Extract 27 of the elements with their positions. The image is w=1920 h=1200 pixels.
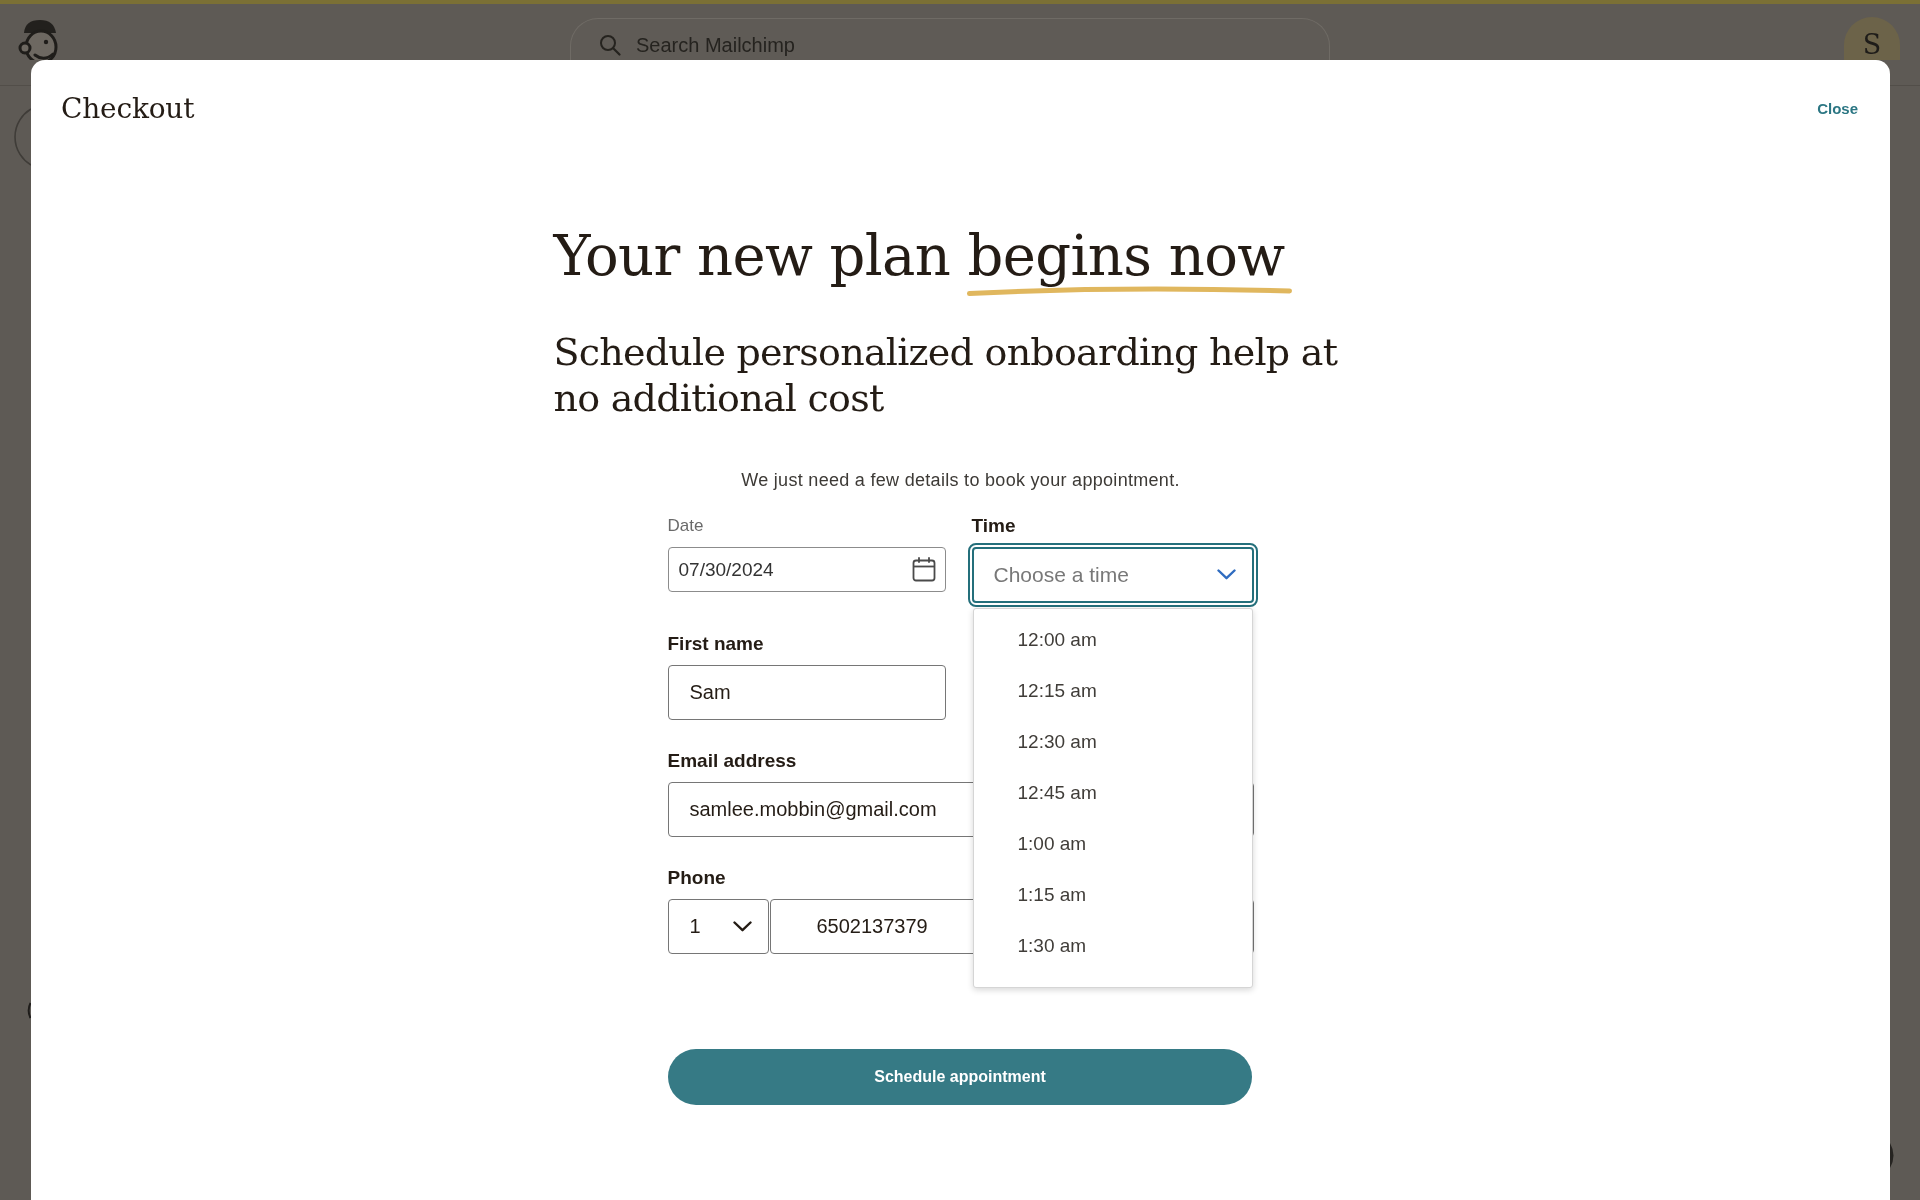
text-input[interactable]: Sam	[667, 665, 946, 720]
chevron-down-icon	[1216, 569, 1236, 580]
search-icon	[599, 34, 621, 56]
search-field[interactable]: Search Mailchimp	[570, 18, 1330, 60]
circle-outline-icon	[14, 108, 31, 166]
time-option[interactable]: 1:15 am	[973, 869, 1252, 920]
field-label: Email address	[667, 750, 797, 772]
field-label: Phone	[667, 867, 726, 889]
headline: Your new plan	[553, 223, 951, 288]
field-label: Date	[667, 515, 704, 537]
field-label: Time	[971, 515, 1016, 537]
dialog-title: Checkout	[61, 92, 195, 126]
chevron-down-icon	[732, 921, 752, 932]
time-option[interactable]: 12:15 am	[973, 665, 1252, 716]
subheadline: Schedule personalized onboarding help at no additional cost	[553, 329, 1339, 421]
date-input[interactable]: 07/30/2024	[667, 547, 946, 592]
time-option[interactable]: 1:30 am	[973, 920, 1252, 971]
time-option[interactable]: 12:30 am	[973, 716, 1252, 767]
intro-text: We just need a few details to book your appointment.	[741, 469, 1180, 491]
schedule-button[interactable]: Schedule appointment	[668, 1049, 1252, 1105]
calendar-icon[interactable]	[911, 557, 936, 582]
close-link[interactable]: Close	[1817, 99, 1858, 119]
time-option[interactable]: 12:00 am	[973, 614, 1252, 665]
arc-edge-icon	[26, 1002, 31, 1019]
country-code-select[interactable]: 1	[667, 899, 769, 954]
circle-edge-icon	[1890, 1143, 1896, 1168]
field-label: First name	[667, 633, 764, 655]
